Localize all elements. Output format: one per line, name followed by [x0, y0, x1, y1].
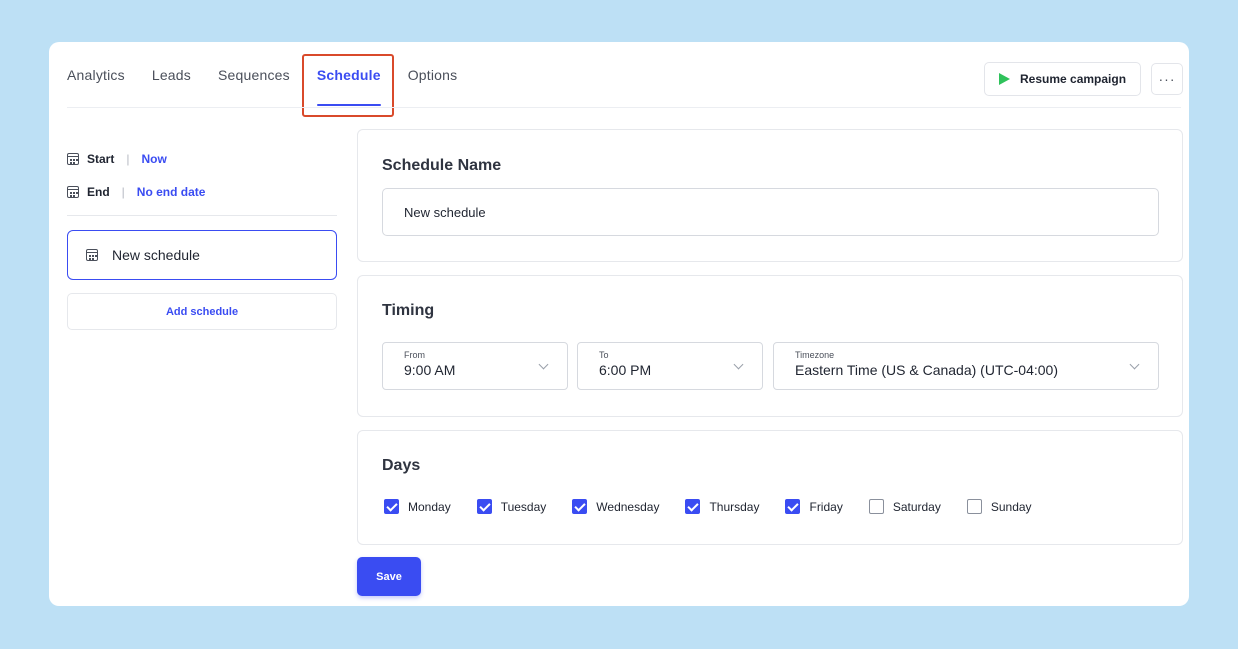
tab-bar: Analytics Leads Sequences Schedule Optio…: [67, 42, 484, 108]
day-friday[interactable]: Friday: [785, 499, 843, 514]
tab-schedule[interactable]: Schedule: [316, 42, 381, 108]
checkbox-unchecked-icon[interactable]: [868, 499, 884, 514]
day-wednesday[interactable]: Wednesday: [572, 499, 659, 514]
end-key: End: [87, 185, 110, 199]
tab-options[interactable]: Options: [408, 42, 458, 108]
schedule-name-card: Schedule Name: [357, 129, 1183, 262]
schedule-list-item[interactable]: New schedule: [67, 230, 337, 280]
start-value-link[interactable]: Now: [141, 152, 166, 166]
calendar-icon: [67, 186, 79, 198]
calendar-icon: [67, 153, 79, 165]
day-sunday[interactable]: Sunday: [966, 499, 1032, 514]
sidebar-divider: [67, 215, 337, 216]
resume-campaign-button[interactable]: Resume campaign: [984, 62, 1141, 96]
schedule-name-title: Schedule Name: [382, 157, 502, 174]
day-label: Friday: [809, 499, 843, 514]
checkbox-checked-icon[interactable]: [685, 499, 701, 514]
days-title: Days: [382, 457, 421, 474]
schedule-item-label: New schedule: [112, 247, 200, 263]
from-label: From: [404, 350, 425, 360]
from-time-select[interactable]: From 9:00 AM: [382, 342, 568, 390]
more-options-button[interactable]: ···: [1151, 63, 1183, 95]
calendar-icon: [86, 249, 98, 261]
play-icon: [999, 73, 1010, 85]
checkbox-unchecked-icon[interactable]: [966, 499, 982, 514]
resume-campaign-label: Resume campaign: [1020, 72, 1127, 86]
to-label: To: [599, 350, 609, 360]
day-thursday[interactable]: Thursday: [685, 499, 759, 514]
schedule-name-input[interactable]: [382, 188, 1159, 236]
save-button[interactable]: Save: [357, 557, 421, 596]
separator: |: [121, 185, 125, 199]
day-label: Thursday: [709, 499, 760, 514]
app-window: Analytics Leads Sequences Schedule Optio…: [49, 42, 1189, 606]
timezone-label: Timezone: [795, 350, 835, 360]
checkbox-checked-icon[interactable]: [476, 499, 492, 514]
start-row: Start | Now: [67, 152, 167, 166]
checkbox-checked-icon[interactable]: [572, 499, 588, 514]
separator: |: [126, 152, 130, 166]
timing-title: Timing: [382, 302, 435, 319]
day-label: Saturday: [892, 499, 941, 514]
nav-divider: [67, 107, 1181, 108]
start-key: Start: [87, 152, 115, 166]
day-label: Tuesday: [500, 499, 547, 514]
tab-sequences[interactable]: Sequences: [218, 42, 290, 108]
timezone-value: Eastern Time (US & Canada) (UTC-04:00): [795, 362, 1058, 378]
days-list: Monday Tuesday Wednesday Thursday Friday…: [384, 499, 1058, 514]
end-value-link[interactable]: No end date: [137, 185, 206, 199]
to-time-select[interactable]: To 6:00 PM: [577, 342, 763, 390]
day-monday[interactable]: Monday: [384, 499, 451, 514]
timing-card: Timing From 9:00 AM To 6:00 PM Timezone …: [357, 275, 1183, 417]
tab-leads[interactable]: Leads: [152, 42, 191, 108]
day-label: Monday: [408, 499, 451, 514]
timezone-select[interactable]: Timezone Eastern Time (US & Canada) (UTC…: [773, 342, 1159, 390]
days-card: Days Monday Tuesday Wednesday Thursday F…: [357, 430, 1183, 545]
day-tuesday[interactable]: Tuesday: [476, 499, 547, 514]
day-label: Sunday: [990, 499, 1032, 514]
tab-analytics[interactable]: Analytics: [67, 42, 125, 108]
end-row: End | No end date: [67, 185, 205, 199]
more-icon: ···: [1158, 71, 1176, 87]
checkbox-checked-icon[interactable]: [384, 499, 399, 514]
day-label: Wednesday: [596, 499, 660, 514]
add-schedule-button[interactable]: Add schedule: [67, 293, 337, 330]
checkbox-checked-icon[interactable]: [785, 499, 801, 514]
day-saturday[interactable]: Saturday: [868, 499, 941, 514]
